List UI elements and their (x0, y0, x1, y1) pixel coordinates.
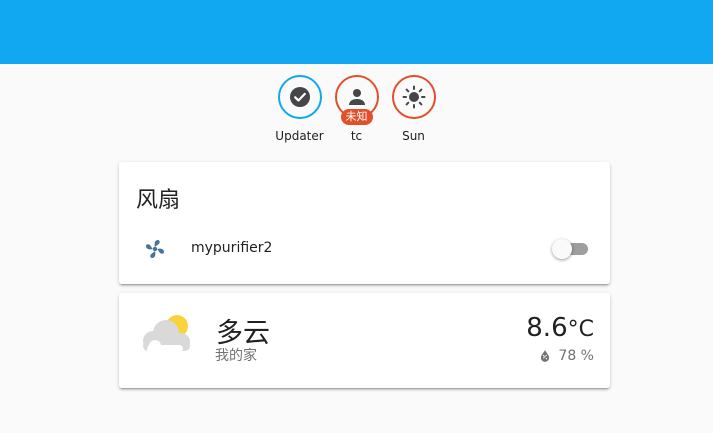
badge-tc-label: tc (350, 129, 363, 143)
weather-location: 我的家 (215, 348, 257, 364)
badge-tc-status-tag: 未知 (340, 109, 373, 125)
partly-cloudy-icon (143, 315, 190, 353)
badge-bar: Updater 未知 tc Sun (0, 75, 713, 143)
person-icon (348, 89, 365, 105)
badge-tc-circle: 未知 (334, 75, 379, 125)
temperature-value: 8.6 (526, 313, 568, 343)
entity-toggle[interactable] (552, 239, 590, 259)
badge-updater-circle (277, 75, 322, 119)
weather-temperature: 8.6°C (526, 313, 594, 343)
entity-name[interactable]: mypurifier2 (191, 240, 272, 256)
humidity-value: 78 % (558, 348, 594, 364)
check-circle-icon (289, 87, 310, 107)
weather-humidity: 78 % (538, 348, 594, 364)
fan-icon[interactable] (143, 237, 167, 261)
entities-card: 风扇 mypurifier2 (119, 162, 610, 284)
app-header (0, 0, 713, 64)
humidity-icon (541, 350, 550, 362)
badge-updater[interactable]: Updater (275, 75, 324, 143)
weather-card[interactable]: 多云 我的家 8.6°C 78 % (119, 293, 610, 388)
temperature-unit: °C (567, 317, 594, 342)
badge-sun-label: Sun (402, 129, 425, 143)
toggle-thumb (552, 239, 572, 259)
card-title: 风扇 (136, 188, 181, 213)
sun-icon (402, 85, 425, 109)
badge-sun-circle (391, 75, 436, 119)
badge-tc[interactable]: 未知 tc (333, 75, 381, 143)
badge-updater-label: Updater (275, 129, 324, 143)
badge-sun[interactable]: Sun (390, 75, 438, 143)
